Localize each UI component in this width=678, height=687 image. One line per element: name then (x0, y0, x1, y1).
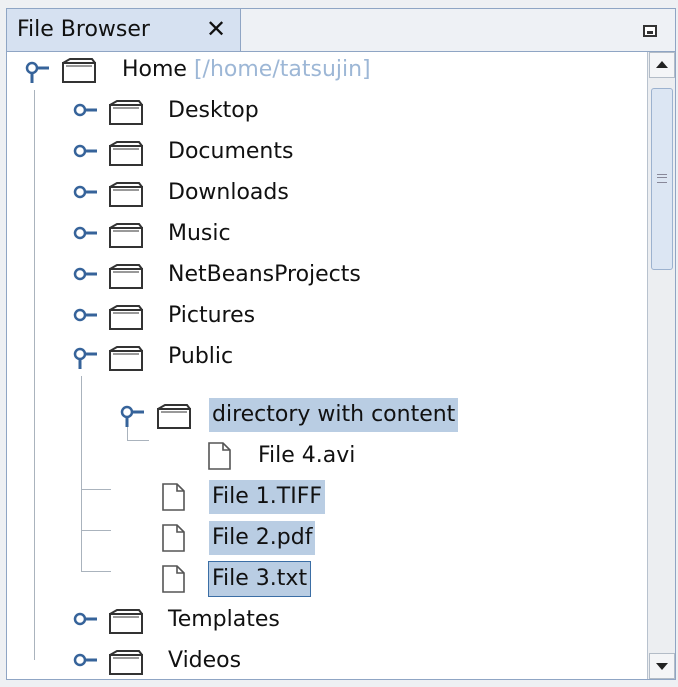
tree-item-label: Pictures (168, 303, 256, 328)
tree-item-label: File 2.pdf (209, 521, 316, 555)
file-icon (157, 523, 191, 552)
tree-item-label: directory with content (209, 398, 459, 432)
folder-icon (109, 221, 143, 249)
folder-icon (109, 180, 143, 208)
tree-handle-icon[interactable] (71, 140, 97, 166)
folder-icon (109, 303, 143, 331)
file-icon (157, 482, 191, 511)
file-tree: Home [/home/tatsujin] Desktop Documents … (7, 52, 647, 680)
tree-handle-icon[interactable] (118, 403, 144, 429)
tree-item-label: NetBeansProjects (168, 262, 361, 287)
folder-icon (109, 262, 143, 290)
folder-icon (109, 139, 143, 167)
tree-handle-icon[interactable] (71, 263, 97, 289)
tree-item-home-label: Home [/home/tatsujin] (119, 53, 374, 87)
tree-row-file-4-avi[interactable]: File 4.avi (7, 439, 607, 475)
folder-icon (109, 648, 143, 676)
tree-row-file-3-txt[interactable]: File 3.txt (7, 561, 607, 598)
tree-handle-icon[interactable] (71, 304, 97, 330)
tree-item-label: Documents (168, 139, 294, 164)
tree-row-file-1-tiff[interactable]: File 1.TIFF (7, 480, 607, 516)
tree-item-label: File 4.avi (258, 443, 356, 468)
tree-item-label: File 1.TIFF (209, 480, 326, 514)
tree-item-label: File 3.txt (207, 561, 312, 597)
scrollbar-thumb[interactable] (651, 88, 673, 270)
tree-handle-icon[interactable] (71, 608, 97, 634)
tree-item-label: Public (168, 344, 234, 369)
close-tab-icon[interactable]: ✕ (206, 15, 226, 43)
tree-handle-icon[interactable] (71, 99, 97, 125)
arrow-up-icon[interactable] (649, 52, 675, 78)
file-browser-panel: File Browser ✕ Home [/home/tatsujin] Des… (6, 8, 676, 680)
grip-icon (657, 174, 667, 183)
minimize-icon[interactable] (643, 25, 657, 37)
arrow-down-icon[interactable] (649, 653, 675, 679)
tree-row-desktop[interactable]: Desktop (7, 94, 607, 130)
tab-file-browser[interactable]: File Browser ✕ (7, 9, 241, 51)
tree-row-pictures[interactable]: Pictures (7, 299, 607, 335)
tree-item-label: Desktop (168, 98, 259, 123)
folder-icon (62, 56, 96, 84)
tree-handle-icon[interactable] (71, 181, 97, 207)
tree-row-file-2-pdf[interactable]: File 2.pdf (7, 521, 607, 557)
vertical-scrollbar[interactable] (647, 52, 675, 679)
tree-row-templates[interactable]: Templates (7, 603, 607, 639)
tree-row-videos[interactable]: Videos (7, 644, 607, 680)
tree-row-public[interactable]: Public (7, 340, 607, 376)
tree-handle-icon[interactable] (71, 345, 97, 371)
home-path: [/home/tatsujin] (193, 57, 371, 82)
tree-row-directory-with-content[interactable]: directory with content (7, 398, 607, 434)
home-label: Home (122, 57, 187, 82)
tree-row-netbeansprojects[interactable]: NetBeansProjects (7, 258, 607, 294)
tree-handle-icon[interactable] (71, 222, 97, 248)
tree-item-label: Videos (168, 648, 242, 673)
file-icon (157, 564, 191, 593)
tab-bar: File Browser ✕ (7, 9, 675, 52)
tree-row-documents[interactable]: Documents (7, 135, 607, 171)
file-icon (203, 441, 237, 470)
tree-row-home[interactable]: Home [/home/tatsujin] (7, 53, 607, 89)
tree-item-label: Templates (168, 607, 280, 632)
folder-icon (109, 344, 143, 372)
folder-icon (109, 98, 143, 126)
folder-icon (157, 402, 191, 430)
tree-row-downloads[interactable]: Downloads (7, 176, 607, 212)
tree-row-music[interactable]: Music (7, 217, 607, 253)
tree-handle-icon[interactable] (71, 649, 97, 675)
tab-title: File Browser (17, 17, 150, 42)
folder-icon (109, 607, 143, 635)
tree-item-label: Downloads (168, 180, 289, 205)
tree-handle-icon[interactable] (23, 59, 49, 85)
tree-item-label: Music (168, 221, 231, 246)
